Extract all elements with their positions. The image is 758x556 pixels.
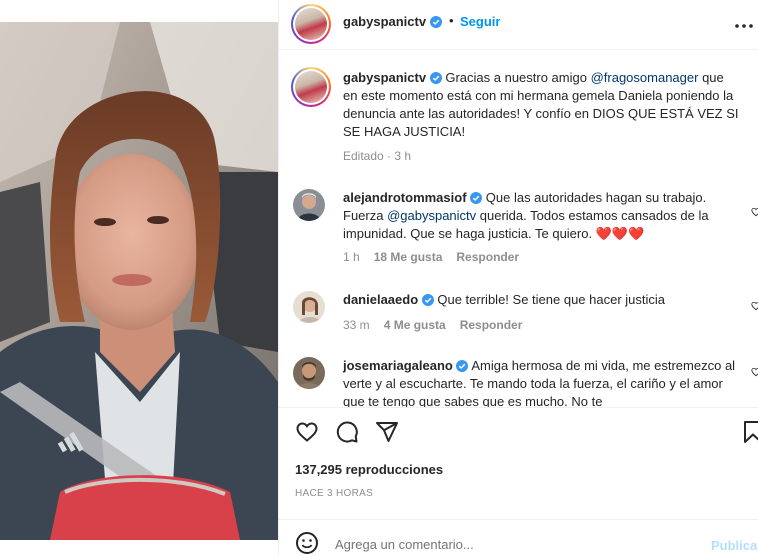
verified-badge-icon <box>470 192 483 204</box>
caption-body: Gracias a nuestro amigo <box>445 70 591 85</box>
commenter-username[interactable]: alejandrotommasiof <box>343 190 467 205</box>
more-horizontal-icon[interactable] <box>733 14 755 38</box>
verified-badge-icon <box>429 72 442 84</box>
comment-text: danielaaedo Que terrible! Se tiene que h… <box>343 291 741 309</box>
comments-list[interactable]: gabyspanictv Gracias a nuestro amigo @fr… <box>279 51 758 407</box>
share-icon[interactable] <box>375 420 399 444</box>
comment-icon[interactable] <box>335 420 359 444</box>
like-comment-heart-icon[interactable] <box>751 367 758 377</box>
commenter-username[interactable]: josemariagaleano <box>343 358 453 373</box>
action-bar <box>279 407 758 457</box>
caption-mention[interactable]: @fragosomanager <box>591 70 699 85</box>
post-comment-button[interactable]: Publicar <box>711 538 758 553</box>
comment-body: Que terrible! Se tiene que hacer justici… <box>433 292 666 307</box>
view-count[interactable]: 137,295 reproducciones <box>295 462 443 477</box>
comment-meta: 33 m 4 Me gusta Responder <box>343 318 522 332</box>
media-top-border <box>0 0 278 22</box>
comment-input[interactable] <box>335 537 695 552</box>
post-video[interactable] <box>0 22 278 540</box>
comment-time: 1 h <box>343 250 360 264</box>
comment-mention[interactable]: @gabyspanictv <box>387 208 476 223</box>
comment-text: alejandrotommasiof Que las autoridades h… <box>343 189 741 243</box>
media-bottom-border <box>0 540 278 556</box>
comment-time: 33 m <box>343 318 370 332</box>
emoji-icon[interactable] <box>295 531 319 555</box>
follow-button[interactable]: Seguir <box>460 14 500 29</box>
comment-likes[interactable]: 18 Me gusta <box>374 250 443 264</box>
author-username[interactable]: gabyspanictv <box>343 14 426 29</box>
verified-badge-icon <box>456 360 469 372</box>
like-comment-heart-icon[interactable] <box>751 301 758 311</box>
caption-avatar[interactable] <box>291 67 331 107</box>
commenter-avatar[interactable] <box>293 189 325 221</box>
video-frame <box>0 22 278 540</box>
commenter-avatar[interactable] <box>293 291 325 323</box>
bookmark-icon[interactable] <box>741 420 758 444</box>
add-comment-bar: Publicar <box>279 519 758 556</box>
like-comment-heart-icon[interactable] <box>751 207 758 217</box>
reply-button[interactable]: Responder <box>460 318 523 332</box>
author-name-row: gabyspanictv <box>343 14 442 29</box>
caption-username[interactable]: gabyspanictv <box>343 70 426 85</box>
verified-badge-icon <box>429 16 442 28</box>
heart-icon[interactable] <box>295 420 319 444</box>
author-avatar[interactable] <box>291 4 331 44</box>
reply-button[interactable]: Responder <box>456 250 519 264</box>
post-header: gabyspanictv • Seguir <box>279 0 758 50</box>
post-timestamp: HACE 3 HORAS <box>295 488 374 499</box>
comment-meta: 1 h 18 Me gusta Responder <box>343 250 519 264</box>
caption-text: gabyspanictv Gracias a nuestro amigo @fr… <box>343 69 741 141</box>
separator-dot: • <box>449 13 454 28</box>
commenter-username[interactable]: danielaaedo <box>343 292 418 307</box>
verified-badge-icon <box>421 294 434 306</box>
comment-likes[interactable]: 4 Me gusta <box>384 318 446 332</box>
commenter-avatar[interactable] <box>293 357 325 389</box>
caption-meta: Editado · 3 h <box>343 149 412 163</box>
comment-text: josemariagaleano Amiga hermosa de mi vid… <box>343 357 741 407</box>
post-side-panel: gabyspanictv • Seguir gabyspanictv Graci… <box>278 0 758 556</box>
